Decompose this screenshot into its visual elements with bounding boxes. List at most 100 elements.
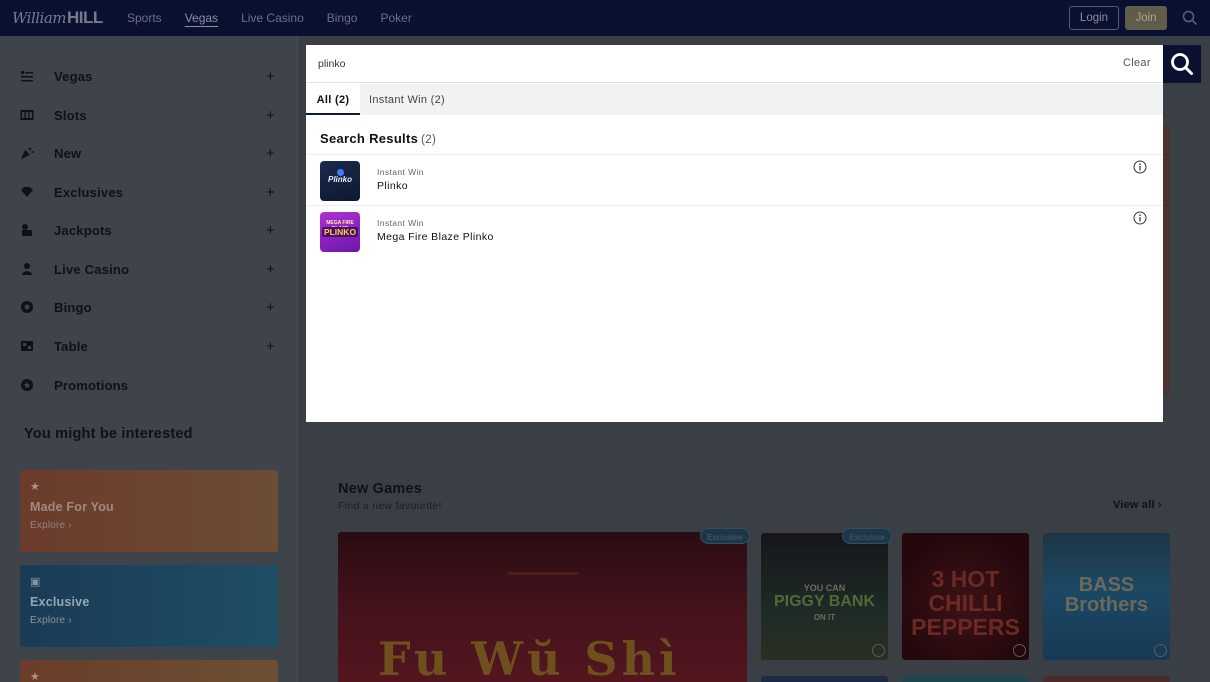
game-tile-title-line: PIGGY BANK — [773, 593, 876, 610]
result-category: Instant Win — [377, 218, 424, 228]
tab-instant-win[interactable]: Instant Win (2) — [369, 84, 445, 115]
result-name[interactable]: Plinko — [377, 180, 408, 192]
expand-icon[interactable]: + — [266, 108, 275, 123]
logo-script-text: William — [12, 9, 67, 27]
sidebar-item-table[interactable]: Table + — [0, 327, 298, 365]
card-explore-link[interactable]: Explore › — [30, 615, 72, 626]
expand-icon[interactable]: + — [266, 262, 275, 277]
game-info-icon[interactable] — [1013, 644, 1026, 657]
live-casino-icon — [22, 263, 32, 275]
tab-all[interactable]: All (2) — [306, 84, 360, 115]
jackpot-icon — [22, 224, 32, 236]
new-games-subtitle: Find a new favourite! — [338, 500, 442, 512]
sidebar-item-slots[interactable]: Slots + — [0, 96, 298, 134]
card-title: Exclusive — [30, 595, 90, 609]
game-tile-row2[interactable] — [761, 676, 888, 682]
search-submit-button[interactable] — [1163, 45, 1201, 83]
sidebar-item-label: Slots — [54, 107, 87, 123]
search-result-mega-fire-blaze-plinko[interactable]: MEGA FIRE BLAZE PLINKO Instant Win Mega … — [306, 205, 1163, 256]
game-tile-title-line: YOU CAN — [803, 583, 846, 593]
sidebar-item-jackpots[interactable]: Jackpots + — [0, 211, 298, 249]
exclusive-card[interactable]: ▣ Exclusive Explore › — [20, 565, 278, 647]
made-for-you-card[interactable]: ★ Made For You Explore › — [20, 470, 278, 552]
search-icon[interactable] — [1182, 10, 1198, 26]
sidebar-item-label: Promotions — [54, 377, 129, 393]
login-button[interactable]: Login — [1069, 6, 1119, 30]
exclusive-badge: Exclusive — [842, 528, 892, 544]
slots-icon — [20, 110, 34, 120]
game-tile-title: 3 HOT CHILLI PEPPERS — [911, 566, 1020, 641]
game-info-icon[interactable] — [872, 644, 885, 657]
game-tile-row2[interactable] — [1043, 676, 1170, 682]
nav-link-bingo[interactable]: Bingo — [327, 0, 358, 36]
search-results-count: (2) — [421, 134, 437, 146]
expand-icon[interactable]: + — [266, 300, 275, 315]
view-all-link[interactable]: View all › — [1113, 499, 1162, 511]
expand-icon[interactable]: + — [266, 69, 275, 84]
search-results-heading: Search Results (2) — [320, 131, 436, 146]
nav-link-vegas[interactable]: Vegas — [185, 0, 218, 36]
sidebar-item-new[interactable]: New + — [0, 134, 298, 172]
sidebar-item-label: New — [54, 145, 82, 161]
star-icon: ★ — [30, 481, 40, 493]
new-games-title: New Games — [338, 481, 423, 497]
join-button[interactable]: Join — [1125, 6, 1167, 30]
thumbnail-text: PLINKO — [322, 227, 358, 237]
info-icon[interactable] — [1133, 160, 1147, 174]
card-explore-link[interactable]: Explore › — [30, 520, 72, 531]
sidebar-item-label: Exclusives — [54, 184, 124, 200]
primary-nav: Sports Vegas Live Casino Bingo Poker — [127, 0, 435, 36]
result-category: Instant Win — [377, 167, 424, 177]
nav-link-live-casino[interactable]: Live Casino — [241, 0, 304, 36]
game-info-icon[interactable] — [1154, 644, 1167, 657]
sidebar-item-vegas[interactable]: Vegas + — [0, 57, 298, 95]
star-icon: ★ — [30, 671, 40, 682]
nav-link-poker[interactable]: Poker — [380, 0, 411, 36]
expand-icon[interactable]: + — [266, 223, 275, 238]
game-tile-piggy-bank[interactable]: YOU CAN PIGGY BANK ON IT — [761, 533, 888, 660]
exclusive-icon: ▣ — [30, 576, 41, 588]
sidebar-item-exclusives[interactable]: Exclusives + — [0, 173, 298, 211]
search-result-plinko[interactable]: Plinko Instant Win Plinko — [306, 154, 1163, 205]
result-name[interactable]: Mega Fire Blaze Plinko — [377, 231, 494, 243]
diamond-icon — [21, 187, 33, 197]
nav-link-sports[interactable]: Sports — [127, 0, 162, 36]
search-panel: Clear All (2) Instant Win (2) Search Res… — [306, 45, 1163, 422]
clear-search-button[interactable]: Clear — [1123, 57, 1151, 69]
sidebar-item-label: Vegas — [54, 68, 93, 84]
partial-card[interactable]: ★ — [20, 660, 278, 682]
game-tile-row2[interactable] — [902, 676, 1029, 682]
game-thumbnail[interactable]: MEGA FIRE BLAZE PLINKO — [320, 212, 360, 252]
expand-icon[interactable]: + — [266, 185, 275, 200]
search-results-title: Search Results — [320, 131, 419, 146]
thumbnail-text: Plinko — [327, 175, 352, 184]
expand-icon[interactable]: + — [266, 339, 275, 354]
sidebar-item-live-casino[interactable]: Live Casino + — [0, 250, 298, 288]
search-icon — [1171, 53, 1193, 75]
vegas-icon — [21, 71, 33, 82]
sidebar-item-promotions[interactable]: Promotions — [0, 366, 298, 404]
game-tile-title: BASS Brothers — [1064, 574, 1149, 616]
game-tile-3-hot-chilli-peppers[interactable]: 3 HOT CHILLI PEPPERS — [902, 533, 1029, 660]
william-hill-logo[interactable]: William HILL — [12, 8, 103, 28]
info-icon[interactable] — [1133, 211, 1147, 225]
search-input[interactable] — [318, 55, 1098, 73]
search-tabs: All (2) Instant Win (2) — [306, 84, 1163, 115]
sidebar-item-bingo[interactable]: Bingo + — [0, 288, 298, 326]
game-art-decoration — [508, 572, 578, 600]
game-thumbnail[interactable]: Plinko — [320, 161, 360, 201]
expand-icon[interactable]: + — [266, 146, 275, 161]
bingo-icon — [21, 301, 33, 313]
promotions-icon — [21, 379, 33, 391]
game-tile-title: Fu Wŭ Shì — [378, 632, 681, 682]
search-bar: Clear — [306, 45, 1163, 83]
logo-bold-text: HILL — [67, 8, 103, 27]
sidebar-item-label: Jackpots — [54, 222, 112, 238]
game-tile-bass-brothers[interactable]: BASS Brothers — [1043, 533, 1170, 660]
new-icon — [21, 147, 34, 159]
game-tile-fu-wu-shi[interactable]: Fu Wŭ Shì — [338, 532, 747, 682]
card-title: Made For You — [30, 500, 114, 514]
table-icon — [21, 341, 33, 351]
exclusive-badge: Exclusive — [700, 528, 750, 544]
top-navigation-bar: William HILL Sports Vegas Live Casino Bi… — [0, 0, 1210, 36]
